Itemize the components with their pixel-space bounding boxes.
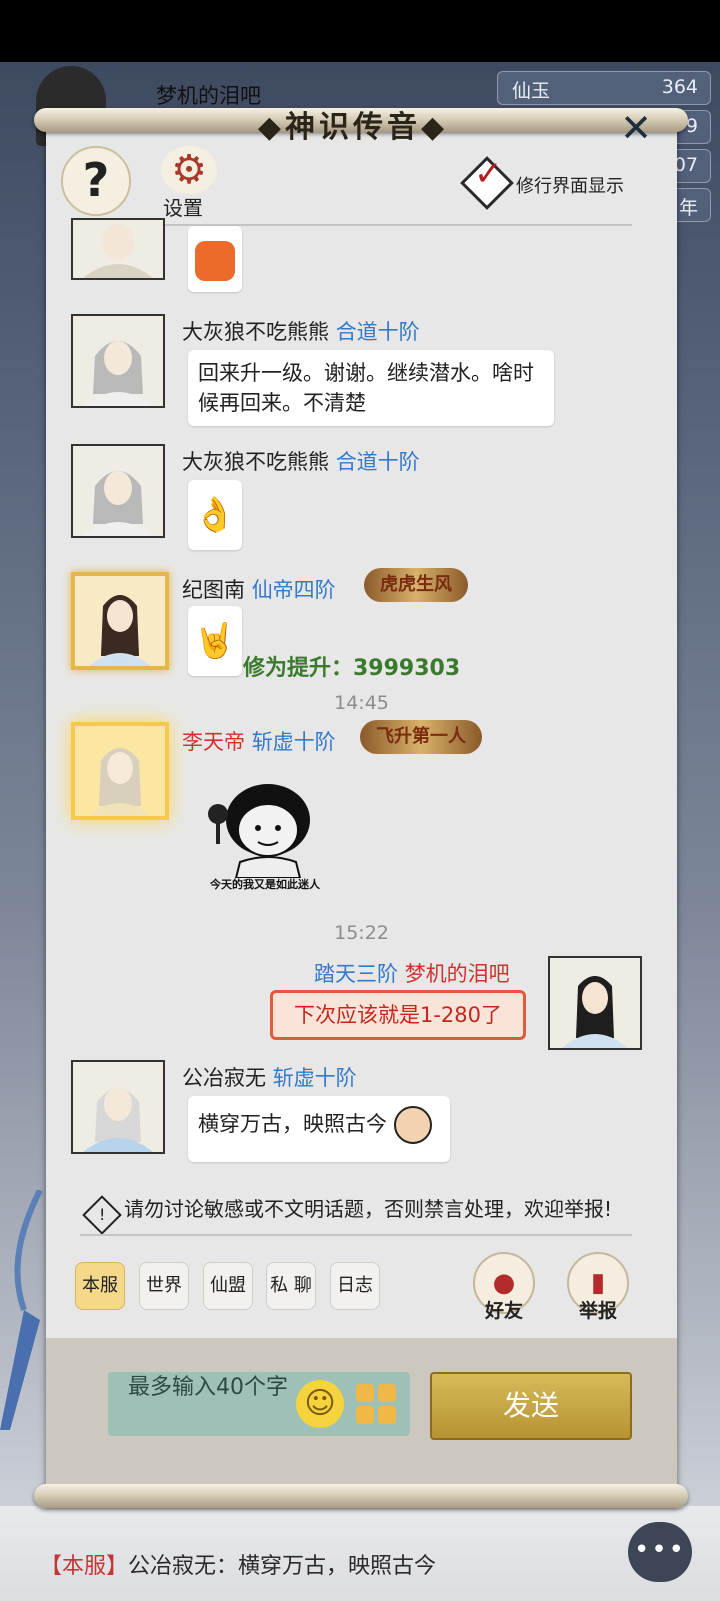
friends-button[interactable]: ● 好友	[472, 1252, 536, 1326]
friends-label: 好友	[484, 1300, 523, 1322]
notice-text: 请勿讨论敏感或不文明话题，否则禁言处理，欢迎举报!	[124, 1197, 613, 1221]
tab-world[interactable]: 世界	[139, 1262, 189, 1310]
message-sender[interactable]: 纪图南 仙帝四阶	[182, 574, 336, 604]
sender-name: 大灰狼不吃熊熊	[182, 450, 329, 474]
input-placeholder: 最多输入40个字	[128, 1375, 288, 1400]
report-label: 举报	[578, 1300, 617, 1322]
scroll-rod-bottom	[34, 1484, 688, 1508]
settings-label: 设置	[163, 196, 203, 220]
tab-server[interactable]: 本服	[75, 1262, 125, 1310]
panel-title: ◆神识传音◆	[257, 110, 449, 145]
checkmark-icon: ✓	[474, 154, 503, 194]
resource-xianyu: 仙玉 364	[497, 71, 711, 105]
tab-private[interactable]: 私 聊	[266, 1262, 316, 1310]
cultivation-gain-text: 修为提升：3999303	[243, 656, 461, 681]
grid-icon[interactable]	[356, 1384, 396, 1424]
chat-preview-channel: 【本服】	[40, 1554, 129, 1579]
sender-name: 梦机的泪吧	[404, 962, 510, 986]
moderation-notice: ! 请勿讨论敏感或不文明话题，否则禁言处理，欢迎举报!	[82, 1193, 648, 1235]
message-bubble[interactable]: 横穿万古，映照古今	[188, 1096, 450, 1162]
resource-value: 364	[661, 76, 698, 98]
title-badge: 飞升第一人	[360, 720, 482, 754]
sender-name: 李天帝	[182, 730, 245, 754]
sender-name: 公冶寂无	[182, 1066, 266, 1090]
avatar[interactable]	[71, 444, 165, 538]
avatar[interactable]	[71, 572, 169, 670]
meme-sticker[interactable]	[200, 778, 330, 878]
message-sender[interactable]: 李天帝 斩虚十阶	[182, 726, 336, 756]
sender-rank: 踏天三阶	[314, 962, 398, 986]
meme-caption: 今天的我又是如此迷人	[210, 878, 320, 891]
practice-display-checkbox[interactable]: ✓ 修行界面显示	[460, 154, 636, 210]
status-bar	[0, 0, 720, 62]
help-button[interactable]: ?	[61, 146, 131, 216]
warning-icon: !	[82, 1195, 122, 1235]
avatar[interactable]	[71, 314, 165, 408]
sender-rank: 斩虚十阶	[272, 1066, 357, 1090]
chat-preview-text[interactable]: 【本服】公冶寂无：横穿万古，映照古今	[40, 1548, 436, 1580]
sender-rank: 斩虚十阶	[251, 730, 336, 754]
avatar[interactable]	[71, 218, 165, 280]
close-icon[interactable]: ✕	[616, 108, 656, 148]
tab-log[interactable]: 日志	[330, 1262, 380, 1310]
face-emoji-icon	[393, 1106, 432, 1144]
self-avatar[interactable]	[548, 956, 642, 1050]
report-button[interactable]: ▮ 举报	[566, 1252, 630, 1326]
message-sender[interactable]: 踏天三阶 梦机的泪吧	[314, 958, 510, 988]
rock-hand-icon[interactable]: 🤘	[188, 606, 242, 676]
hand-gesture-icon[interactable]: 👌	[188, 480, 242, 550]
title-badge: 虎虎生风	[364, 568, 468, 602]
message-sender[interactable]: 大灰狼不吃熊熊 合道十阶	[182, 446, 420, 476]
avatar[interactable]	[71, 1060, 165, 1154]
sticker-icon[interactable]	[188, 226, 242, 292]
message-sender[interactable]: 大灰狼不吃熊熊 合道十阶	[182, 316, 420, 346]
chat-preview-message: 公冶寂无：横穿万古，映照古今	[128, 1554, 437, 1579]
emoji-icon[interactable]: ☺	[296, 1380, 344, 1428]
message-bubble[interactable]: 回来升一级。谢谢。继续潜水。啥时候再回来。不清楚	[188, 350, 554, 426]
resource-value: 07	[673, 154, 698, 176]
avatar[interactable]	[71, 722, 169, 820]
sender-rank: 合道十阶	[335, 320, 420, 344]
resource-label: 仙玉	[512, 80, 551, 102]
gear-icon: ⚙	[161, 146, 217, 194]
tassel-decoration	[0, 1190, 43, 1430]
resource-value: 年	[678, 197, 698, 219]
sender-rank: 仙帝四阶	[251, 578, 336, 602]
message-sender[interactable]: 公冶寂无 斩虚十阶	[182, 1062, 357, 1092]
tab-alliance[interactable]: 仙盟	[203, 1262, 253, 1310]
message-input[interactable]: 最多输入40个字 ☺	[108, 1372, 410, 1436]
timestamp: 15:22	[334, 922, 389, 944]
timestamp: 14:45	[334, 692, 389, 714]
message-bubble[interactable]: 下次应该就是1-280了	[270, 990, 526, 1040]
sender-name: 纪图南	[182, 578, 245, 602]
divider	[80, 1234, 632, 1236]
message-text: 横穿万古，映照古今	[198, 1112, 387, 1136]
chat-bubble-icon[interactable]: •••	[628, 1522, 692, 1582]
send-button[interactable]: 发送	[430, 1372, 632, 1440]
settings-button[interactable]: ⚙ 设置	[157, 146, 221, 220]
sender-rank: 合道十阶	[335, 450, 420, 474]
sender-name: 大灰狼不吃熊熊	[182, 320, 329, 344]
practice-display-label: 修行界面显示	[516, 176, 624, 197]
